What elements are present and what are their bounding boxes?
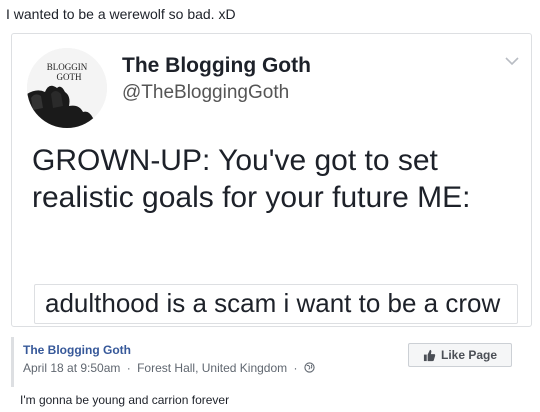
post-date[interactable]: April 18 at 9:50am [23, 361, 120, 375]
post-footer: The Blogging Goth April 18 at 9:50am · F… [11, 337, 532, 387]
thumbs-up-icon [423, 349, 436, 361]
page-name-link[interactable]: The Blogging Goth [23, 343, 131, 357]
globe-icon [304, 362, 315, 373]
tweet-author-name[interactable]: The Blogging Goth [122, 54, 311, 78]
post-location[interactable]: Forest Hall, United Kingdom [137, 361, 287, 375]
meta-separator: · [293, 361, 298, 375]
post-caption: I wanted to be a werewolf so bad. xD [6, 6, 236, 22]
chevron-down-icon[interactable] [503, 52, 521, 70]
tweet-text: GROWN-UP: You've got to set realistic go… [32, 144, 471, 214]
tweet-embed[interactable]: BLOGGIN GOTH The Blogging Goth @TheBlogg… [11, 33, 532, 327]
tweet-quote-box: adulthood is a scam i want to be a crow [34, 284, 518, 324]
meta-separator: · [126, 361, 131, 375]
post-comment: I'm gonna be young and carrion forever [20, 393, 230, 407]
avatar-logo-text: BLOGGIN [47, 62, 88, 72]
avatar[interactable]: BLOGGIN GOTH [27, 48, 107, 128]
like-page-button[interactable]: Like Page [408, 343, 512, 367]
avatar-logo-text: GOTH [57, 72, 82, 82]
tweet-author-handle[interactable]: @TheBloggingGoth [122, 82, 289, 104]
like-page-label: Like Page [440, 348, 498, 362]
post-meta: April 18 at 9:50am · Forest Hall, United… [23, 361, 315, 375]
